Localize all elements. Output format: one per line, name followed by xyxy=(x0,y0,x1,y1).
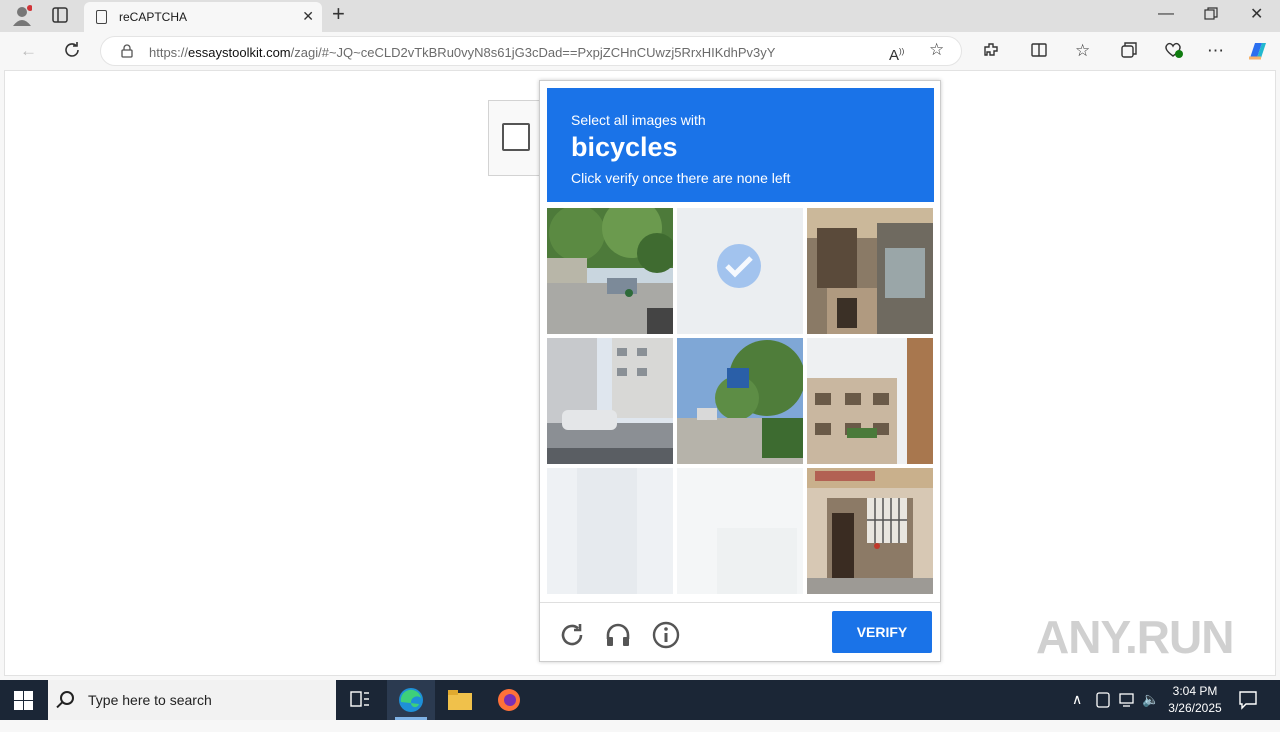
network-icon[interactable] xyxy=(1119,692,1135,732)
collections-icon[interactable] xyxy=(1120,41,1138,64)
taskbar: Type here to search ∧ 🔈 3:04 PM 3/26/202… xyxy=(0,680,1280,720)
tile-7-faded[interactable] xyxy=(547,468,673,594)
tile-1[interactable] xyxy=(547,208,673,334)
tab-title: reCAPTCHA xyxy=(119,10,188,24)
notifications-icon[interactable] xyxy=(1238,690,1258,730)
url-field[interactable]: https://essaystoolkit.com/zagi/#~JQ~ceCL… xyxy=(100,36,962,66)
restore-icon[interactable] xyxy=(1204,7,1218,27)
clock-time: 3:04 PM xyxy=(1172,684,1218,698)
search-placeholder: Type here to search xyxy=(88,692,212,708)
favorite-star-icon[interactable]: ☆ xyxy=(929,40,944,60)
instruction-hint: Click verify once there are none left xyxy=(571,170,791,186)
url-domain: essaystoolkit.com xyxy=(188,45,291,60)
browser-essentials-icon[interactable] xyxy=(1163,41,1183,64)
split-screen-icon[interactable] xyxy=(1030,41,1048,64)
more-options-icon[interactable]: ⋯ xyxy=(1207,41,1224,61)
close-tab-icon[interactable]: ✕ xyxy=(302,8,314,25)
tile-8-faded[interactable] xyxy=(677,468,803,594)
info-icon[interactable] xyxy=(650,619,682,651)
verify-button[interactable]: VERIFY xyxy=(832,611,932,653)
search-icon xyxy=(60,691,74,705)
close-window-icon[interactable]: ✕ xyxy=(1250,5,1263,25)
tab-recaptcha[interactable]: reCAPTCHA ✕ xyxy=(84,2,322,32)
device-icon[interactable] xyxy=(1096,692,1110,732)
footer-divider xyxy=(540,602,940,603)
taskbar-search[interactable]: Type here to search xyxy=(48,680,336,720)
refresh-icon[interactable] xyxy=(63,41,81,64)
audio-icon[interactable] xyxy=(602,619,634,651)
tab-strip: reCAPTCHA ✕ + — ✕ xyxy=(0,0,1280,32)
recaptcha-checkbox[interactable] xyxy=(502,123,530,151)
instruction-line: Select all images with xyxy=(571,112,706,128)
tile-3[interactable] xyxy=(807,208,933,334)
tab-actions-icon[interactable] xyxy=(52,7,68,29)
tile-5[interactable] xyxy=(677,338,803,464)
tile-6[interactable] xyxy=(807,338,933,464)
url-prefix: https:// xyxy=(149,45,189,60)
copilot-icon[interactable] xyxy=(1246,40,1270,67)
target-object: bicycles xyxy=(571,132,678,162)
extensions-icon[interactable] xyxy=(982,41,1000,64)
recaptcha-anchor xyxy=(488,100,544,176)
page-icon xyxy=(96,10,107,24)
favorites-icon[interactable]: ☆ xyxy=(1075,41,1090,61)
edge-taskbar-icon[interactable] xyxy=(387,680,435,720)
read-aloud-icon[interactable]: A)) xyxy=(889,42,904,66)
tile-4[interactable] xyxy=(547,338,673,464)
system-clock[interactable]: 3:04 PM 3/26/2025 xyxy=(1152,683,1238,717)
tile-9[interactable] xyxy=(807,468,933,594)
watermark: ANY.RUN xyxy=(1036,611,1234,663)
address-bar: ← https://essaystoolkit.com/zagi/#~JQ~ce… xyxy=(0,32,1280,70)
captcha-challenge: Select all images with bicycles Click ve… xyxy=(539,80,941,662)
clock-date: 3/26/2025 xyxy=(1168,701,1222,715)
start-icon[interactable] xyxy=(14,691,34,731)
minimize-icon[interactable]: — xyxy=(1158,4,1174,24)
file-explorer-icon[interactable] xyxy=(448,690,472,730)
reload-icon[interactable] xyxy=(556,619,588,651)
url-path: /zagi/#~JQ~ceCLD2vTkBRu0vyN8s61jG3cDad==… xyxy=(290,45,776,60)
challenge-header: Select all images with bicycles Click ve… xyxy=(547,88,934,202)
show-hidden-icons[interactable]: ∧ xyxy=(1072,691,1082,731)
tile-2-selected[interactable] xyxy=(677,208,803,334)
back-icon[interactable]: ← xyxy=(20,41,37,61)
task-view-icon[interactable] xyxy=(350,691,370,731)
lock-icon[interactable] xyxy=(121,44,133,61)
new-tab-icon[interactable]: + xyxy=(332,3,345,25)
firefox-icon[interactable] xyxy=(497,688,521,728)
profile-icon[interactable] xyxy=(12,5,33,33)
url-text: https://essaystoolkit.com/zagi/#~JQ~ceCL… xyxy=(149,45,775,60)
